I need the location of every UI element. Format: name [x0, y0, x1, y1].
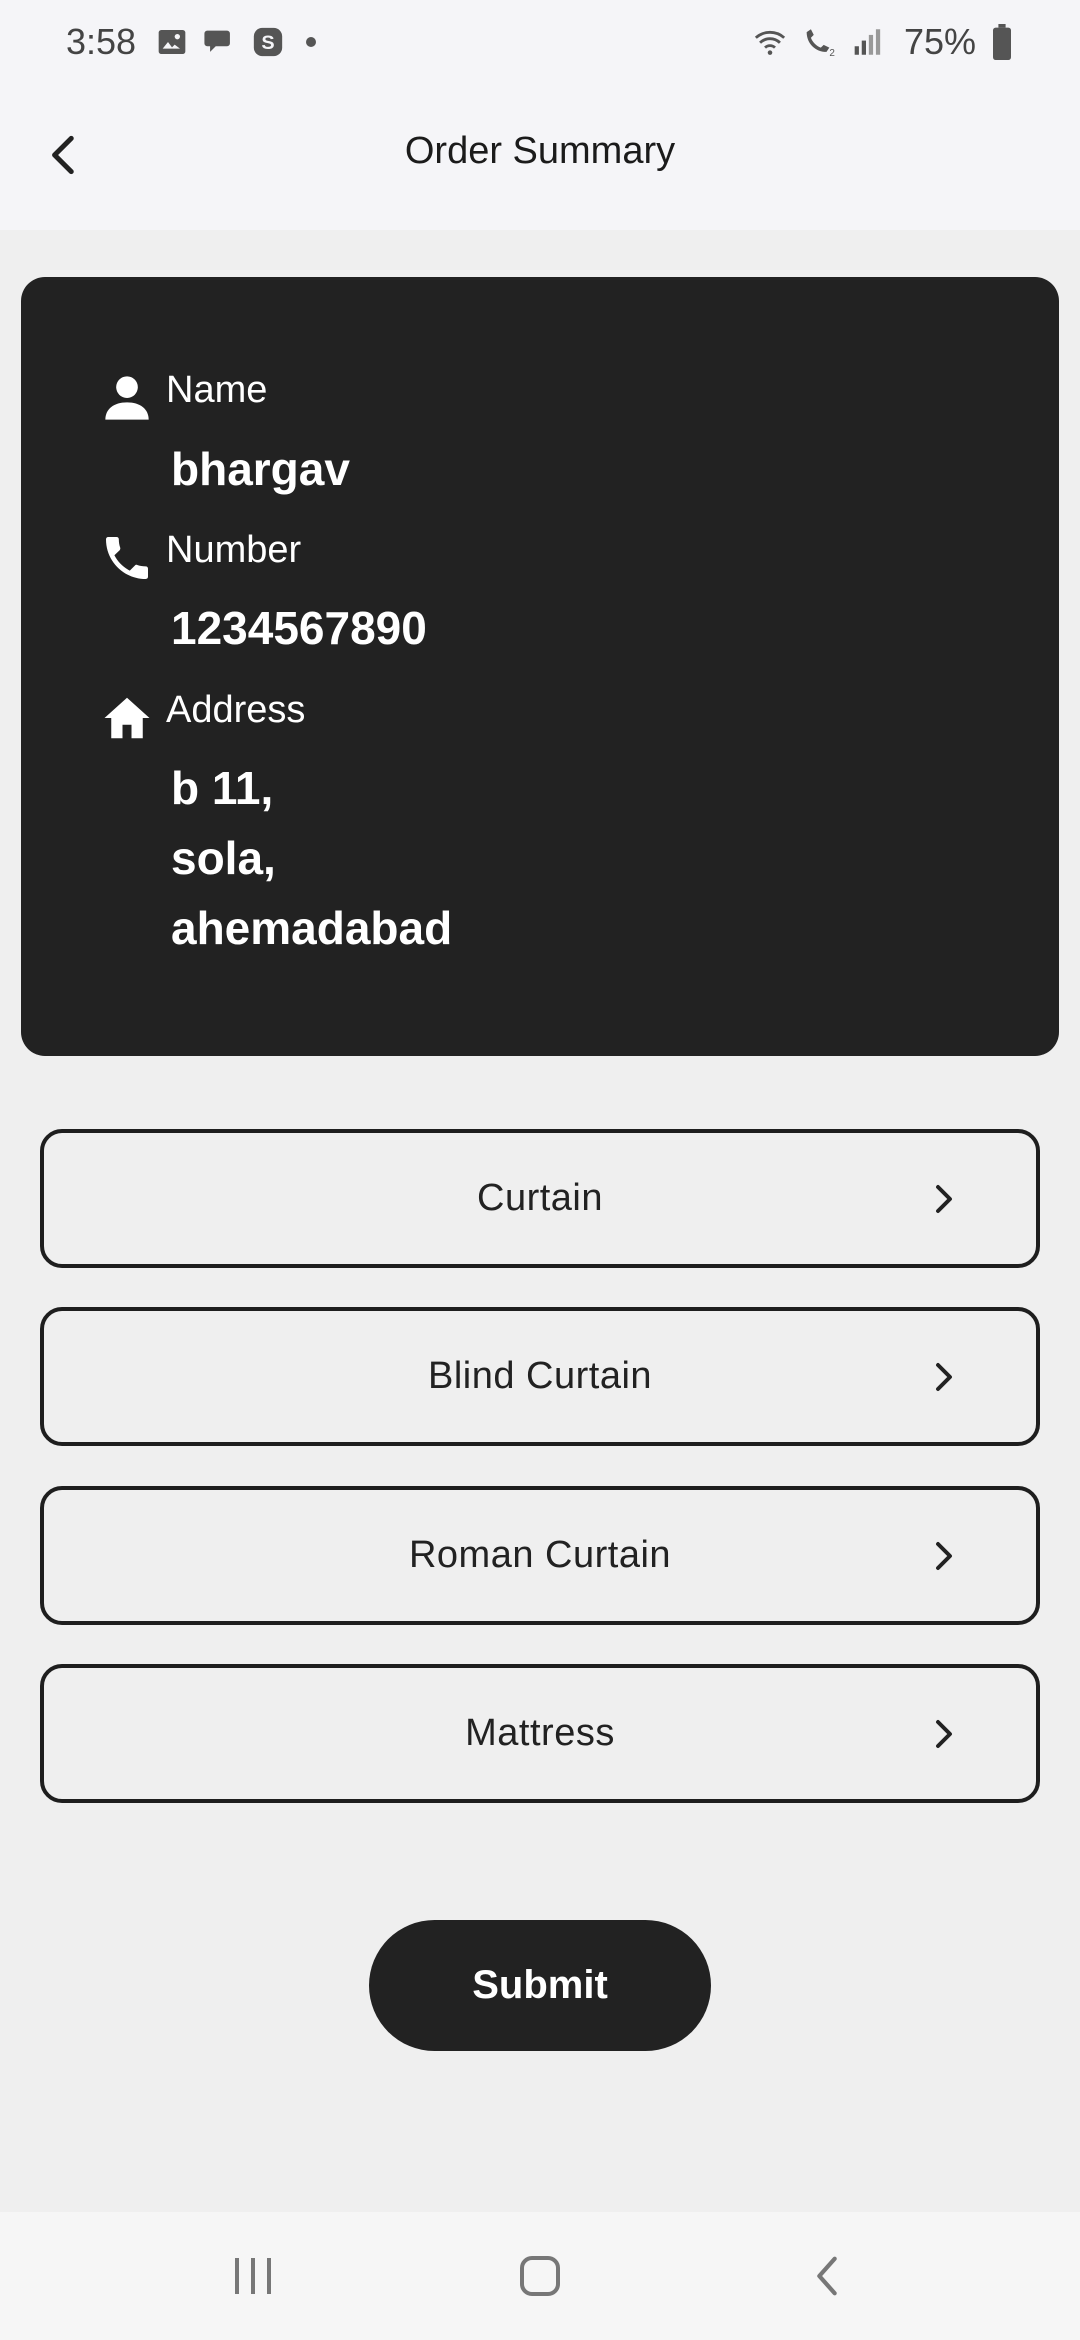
status-bar: 3:58 S 2 75%	[0, 0, 1080, 84]
chat-icon	[202, 24, 238, 60]
wifi-calling-icon: 2	[800, 24, 836, 60]
chevron-right-icon	[924, 1714, 964, 1754]
recent-apps-button[interactable]	[198, 2231, 308, 2321]
name-label: Name	[166, 369, 268, 411]
chevron-right-icon	[924, 1536, 964, 1576]
battery-percent: 75%	[903, 21, 976, 62]
submit-button[interactable]: Submit	[369, 1920, 711, 2051]
signal-icon	[848, 24, 884, 60]
category-label: Roman Curtain	[408, 1534, 672, 1576]
back-nav-button[interactable]	[772, 2231, 882, 2321]
app-bar: Order Summary	[0, 84, 1080, 230]
svg-text:2: 2	[829, 48, 835, 59]
submit-label: Submit	[472, 1963, 608, 2007]
category-label: Curtain	[477, 1177, 603, 1219]
recent-apps-icon	[235, 2258, 272, 2294]
name-value: bhargav	[171, 443, 350, 495]
svg-text:S: S	[261, 32, 274, 54]
customer-info-card: Name bhargav Number 1234567890 Address b…	[21, 277, 1059, 1056]
back-nav-icon	[816, 2256, 837, 2296]
address-line-3: ahemadabad	[171, 902, 453, 954]
notification-dot-icon	[306, 37, 317, 47]
battery-icon	[984, 24, 1020, 60]
category-button-mattress[interactable]: Mattress	[40, 1664, 1040, 1803]
number-label: Number	[166, 529, 302, 571]
chevron-right-icon	[924, 1357, 964, 1397]
status-time: 3:58	[66, 21, 137, 62]
category-label: Blind Curtain	[427, 1355, 653, 1397]
gallery-icon	[154, 24, 190, 60]
home-button[interactable]	[485, 2231, 595, 2321]
address-line-2: sola,	[171, 832, 276, 884]
address-label: Address	[166, 689, 306, 731]
status-right: 2 75%	[752, 21, 1032, 63]
skype-icon: S	[250, 24, 286, 60]
category-button-roman-curtain[interactable]: Roman Curtain	[40, 1486, 1040, 1625]
home-icon	[77, 686, 177, 750]
number-value: 1234567890	[171, 602, 427, 654]
category-button-curtain[interactable]: Curtain	[40, 1129, 1040, 1268]
phone-icon	[77, 526, 177, 590]
person-icon	[77, 366, 177, 430]
category-label: Mattress	[465, 1712, 615, 1754]
home-button-icon	[519, 2256, 560, 2296]
chevron-right-icon	[924, 1179, 964, 1219]
status-left: 3:58 S	[66, 21, 317, 63]
address-line-1: b 11,	[171, 762, 274, 814]
system-nav-bar	[0, 2212, 1080, 2340]
order-summary-screen: 3:58 S 2 75% Order Summary Name bhargav …	[0, 0, 1080, 2340]
wifi-icon	[752, 24, 788, 60]
page-title: Order Summary	[404, 130, 676, 172]
category-button-blind-curtain[interactable]: Blind Curtain	[40, 1307, 1040, 1446]
